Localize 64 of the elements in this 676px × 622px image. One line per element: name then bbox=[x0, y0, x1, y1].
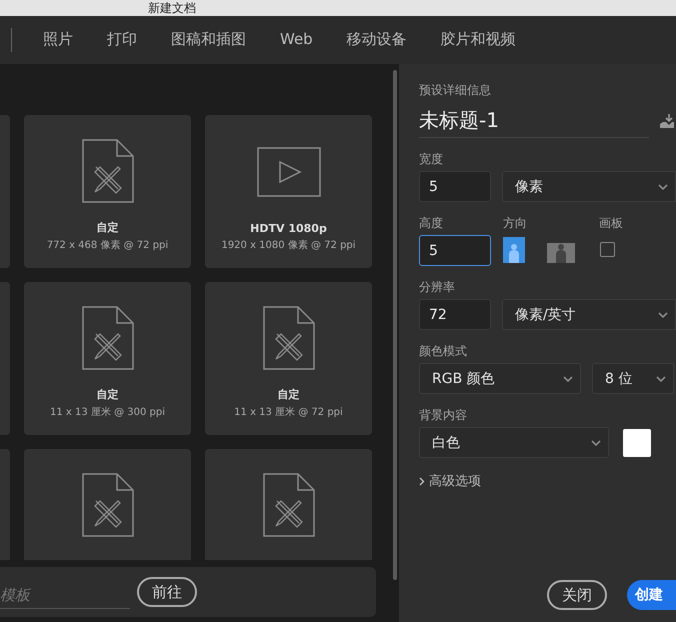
category-tab[interactable]: 移动设备 bbox=[346, 26, 407, 54]
document-name-field[interactable]: 未标题-1 bbox=[419, 104, 649, 138]
close-button[interactable]: 关闭 bbox=[547, 580, 607, 610]
field-label: 高度 bbox=[419, 215, 444, 231]
preset-name: 自定 bbox=[278, 387, 300, 402]
create-button[interactable]: 创建 bbox=[627, 580, 676, 610]
document-ruler-pencil-icon bbox=[262, 306, 314, 370]
artboard-checkbox[interactable] bbox=[600, 242, 615, 257]
person-icon bbox=[508, 243, 520, 263]
chevron-down-icon bbox=[657, 310, 669, 318]
field-label: 背景内容 bbox=[419, 407, 468, 423]
preset-card[interactable]: 自定 11 x 13 厘米 @ 300 ppi bbox=[24, 282, 191, 435]
preset-card[interactable] bbox=[24, 449, 191, 560]
preset-size: 1920 x 1080 像素 @ 72 ppi bbox=[221, 238, 356, 252]
bit-depth-select[interactable]: 8 位 bbox=[592, 363, 674, 394]
field-label: 颜色模式 bbox=[419, 343, 468, 359]
preset-size: 11 x 13 厘米 @ 300 ppi bbox=[50, 406, 165, 419]
category-tab[interactable]: Web bbox=[280, 26, 313, 54]
width-field[interactable]: 5 bbox=[419, 171, 491, 202]
template-search-field[interactable]: 模板 bbox=[0, 581, 130, 609]
advanced-options-toggle[interactable]: 高级选项 bbox=[419, 472, 676, 490]
category-tab[interactable]: 打印 bbox=[107, 26, 137, 54]
category-tab[interactable]: 图稿和插图 bbox=[171, 26, 246, 54]
field-label: 宽度 bbox=[419, 151, 444, 167]
scrollbar-thumb[interactable] bbox=[393, 70, 397, 580]
video-play-icon bbox=[256, 147, 320, 197]
preset-card[interactable]: 自定 772 x 468 像素 @ 72 ppi bbox=[24, 115, 191, 268]
portrait-orientation-button[interactable] bbox=[503, 237, 525, 263]
color-mode-select[interactable]: RGB 颜色 bbox=[419, 363, 581, 394]
landscape-orientation-button[interactable] bbox=[547, 243, 575, 263]
background-select[interactable]: 白色 bbox=[419, 427, 609, 458]
unit-select[interactable]: 像素 bbox=[502, 171, 676, 202]
advanced-options-label: 高级选项 bbox=[429, 473, 481, 490]
resolution-unit-select[interactable]: 像素/英寸 bbox=[502, 299, 676, 330]
preset-size: 772 x 468 像素 @ 72 ppi bbox=[46, 238, 168, 252]
chevron-down-icon bbox=[562, 374, 574, 382]
window-title: 新建文档 bbox=[148, 1, 196, 15]
field-label: 方向 bbox=[503, 215, 528, 231]
height-field[interactable]: 5 bbox=[419, 235, 491, 266]
preset-name: 自定 bbox=[96, 220, 118, 235]
preset-size: 11 x 13 厘米 @ 72 ppi bbox=[234, 406, 343, 419]
resolution-field[interactable]: 72 bbox=[419, 299, 491, 330]
download-icon[interactable] bbox=[659, 113, 675, 129]
field-label: 分辨率 bbox=[419, 279, 456, 295]
go-button[interactable]: 前往 bbox=[137, 577, 197, 607]
preset-card[interactable] bbox=[205, 449, 372, 560]
person-icon bbox=[555, 243, 567, 263]
background-color-swatch[interactable] bbox=[623, 429, 651, 457]
chevron-down-icon bbox=[657, 182, 669, 190]
field-label: 画板 bbox=[599, 215, 624, 231]
document-ruler-pencil-icon bbox=[82, 473, 134, 537]
section-heading: 预设详细信息 bbox=[419, 82, 492, 98]
preset-name: 自定 bbox=[96, 387, 118, 402]
preset-card[interactable]: 自定 11 x 13 厘米 @ 72 ppi bbox=[205, 282, 372, 435]
chevron-down-icon bbox=[655, 374, 667, 382]
chevron-right-icon bbox=[419, 476, 425, 486]
preset-card[interactable]: HDTV 1080p 1920 x 1080 像素 @ 72 ppi bbox=[205, 115, 372, 268]
preset-name: HDTV 1080p bbox=[250, 222, 327, 235]
document-ruler-pencil-icon bbox=[82, 306, 134, 370]
document-ruler-pencil-icon bbox=[262, 473, 314, 537]
category-tab[interactable]: 照片 bbox=[43, 26, 73, 54]
category-tab[interactable]: 胶片和视频 bbox=[440, 26, 516, 54]
chevron-down-icon bbox=[590, 438, 602, 446]
document-ruler-pencil-icon bbox=[82, 139, 134, 203]
